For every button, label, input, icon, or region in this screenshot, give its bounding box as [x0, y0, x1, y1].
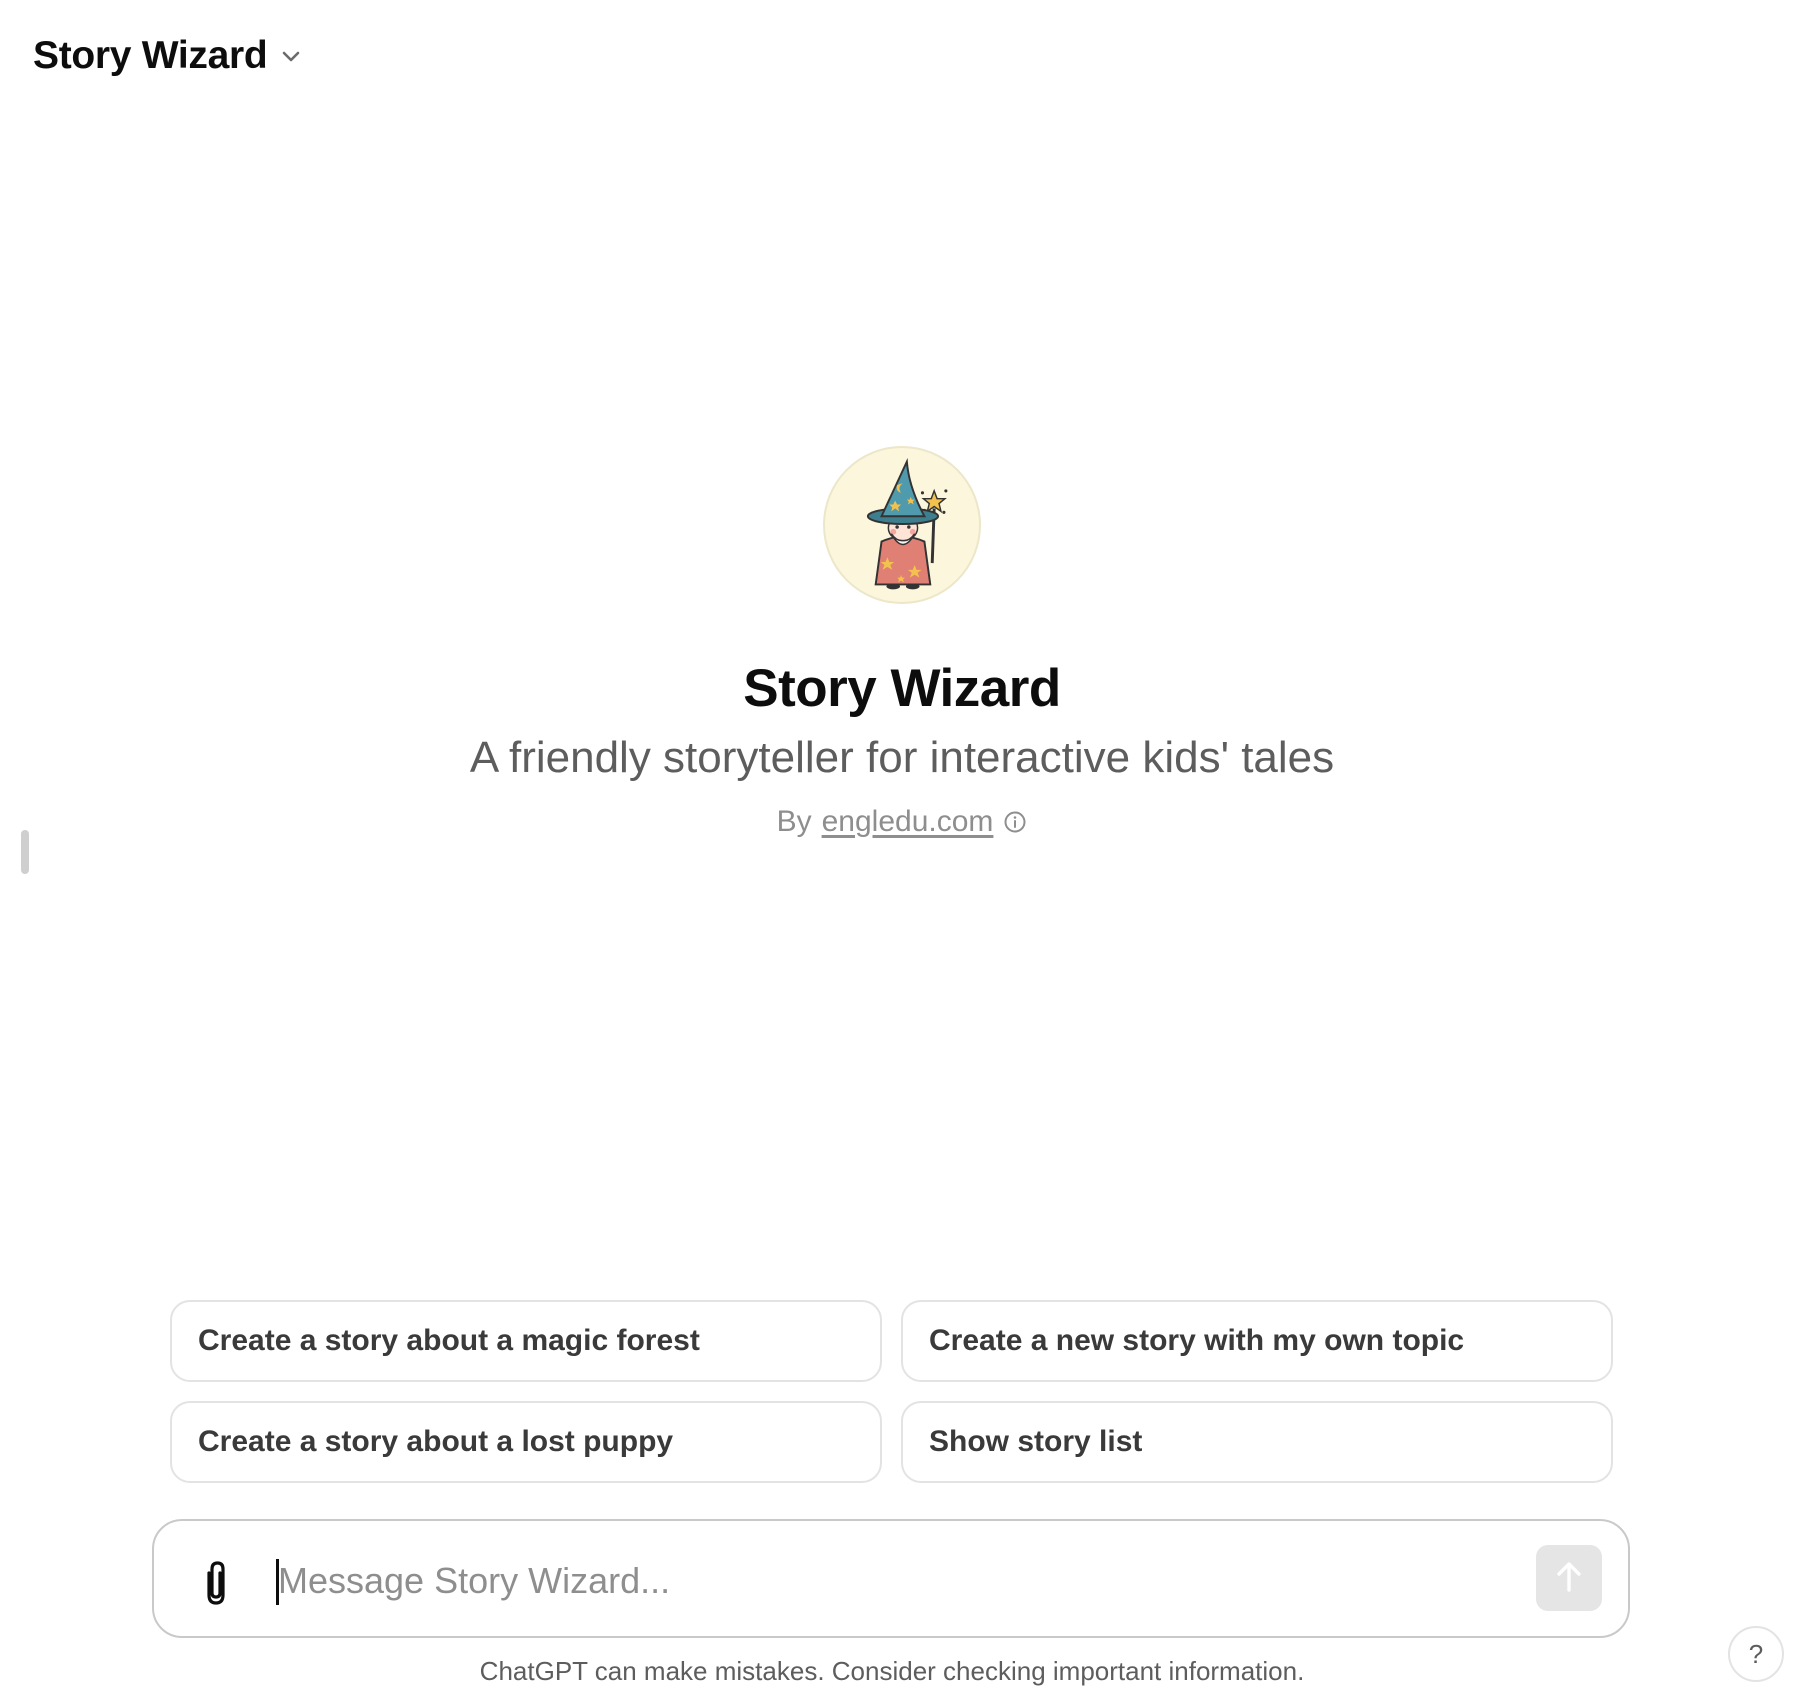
- gpt-author: By engledu.com: [777, 805, 1028, 839]
- gpt-description: A friendly storyteller for interactive k…: [469, 733, 1335, 782]
- wizard-avatar: [823, 446, 981, 604]
- header-title: Story Wizard: [33, 34, 268, 77]
- chat-page: Story Wizard Story Wizard A friendly sto…: [0, 0, 1804, 1696]
- chevron-down-icon: [281, 49, 301, 63]
- conversation-starters: Create a story about a magic forest Crea…: [170, 1300, 1613, 1483]
- paperclip-icon[interactable]: [198, 1559, 234, 1607]
- author-link[interactable]: engledu.com: [822, 805, 994, 839]
- starter-lost-puppy[interactable]: Create a story about a lost puppy: [170, 1401, 882, 1483]
- starter-magic-forest[interactable]: Create a story about a magic forest: [170, 1300, 882, 1382]
- help-button[interactable]: ?: [1728, 1626, 1784, 1682]
- gpt-selector[interactable]: Story Wizard: [33, 34, 301, 78]
- gpt-intro: Story Wizard A friendly storyteller for …: [0, 446, 1804, 839]
- info-icon[interactable]: [1003, 810, 1027, 834]
- starter-own-topic[interactable]: Create a new story with my own topic: [901, 1300, 1613, 1382]
- gpt-name: Story Wizard: [743, 659, 1061, 718]
- by-prefix: By: [776, 805, 812, 838]
- message-input[interactable]: [278, 1551, 1358, 1611]
- message-composer: [152, 1519, 1630, 1638]
- arrow-up-icon: [1554, 1560, 1584, 1597]
- disclaimer-text: ChatGPT can make mistakes. Consider chec…: [479, 1656, 1305, 1686]
- starter-show-story-list[interactable]: Show story list: [901, 1401, 1613, 1483]
- send-button[interactable]: [1536, 1545, 1602, 1611]
